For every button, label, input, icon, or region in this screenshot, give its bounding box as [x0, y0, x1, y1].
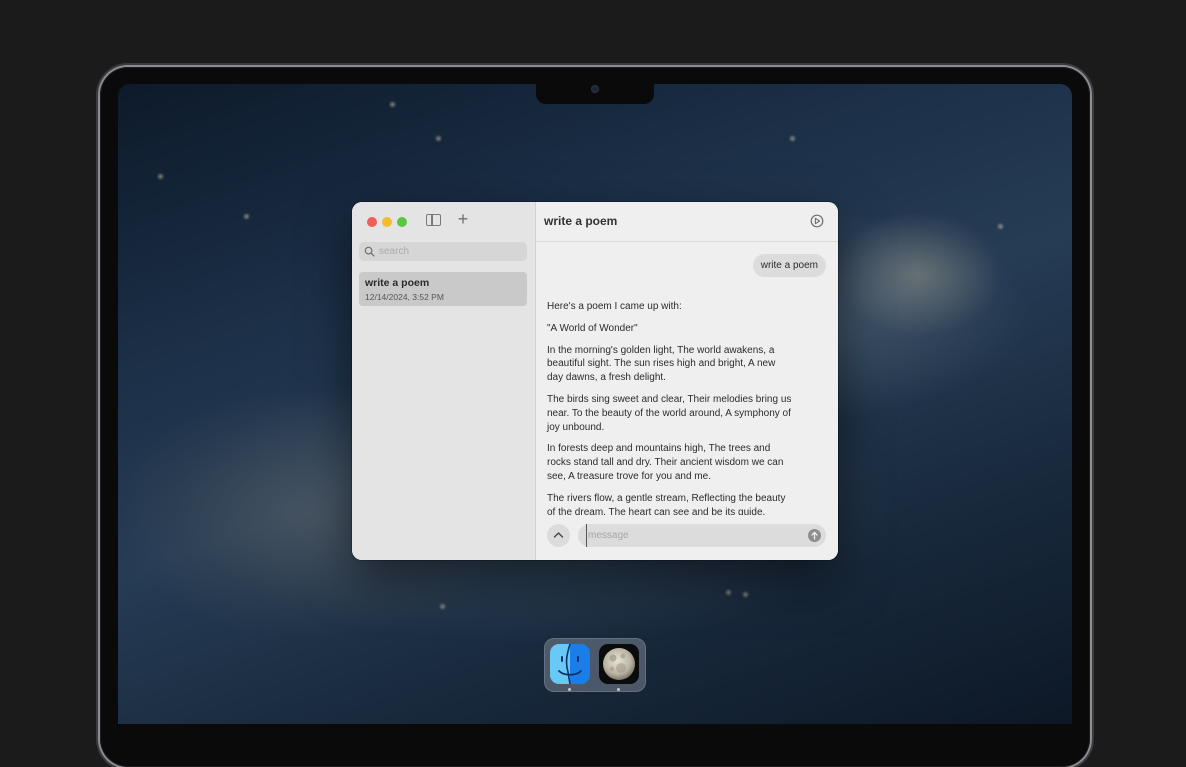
assistant-paragraph: "A World of Wonder": [547, 322, 638, 334]
search-field[interactable]: [359, 242, 527, 261]
assistant-paragraph: In forests deep and mountains high, The …: [547, 443, 784, 482]
run-settings-icon[interactable]: [810, 214, 824, 228]
sidebar-toggle-icon[interactable]: [426, 214, 441, 226]
assistant-paragraph: In the morning's golden light, The world…: [547, 344, 776, 384]
assistant-message: Here's a poem I came up with: "A World o…: [547, 300, 792, 515]
chat-item-title: write a poem: [365, 277, 430, 289]
chat-item-date: 12/14/2024, 3:52 PM: [365, 292, 444, 302]
expand-button[interactable]: [547, 524, 570, 547]
chat-pane: write a poem write a poem Here's a poem …: [536, 202, 838, 560]
moon-app-icon[interactable]: [599, 644, 639, 684]
search-input[interactable]: [379, 242, 519, 261]
message-input[interactable]: [586, 524, 796, 547]
chat-title: write a poem: [544, 214, 618, 228]
message-field[interactable]: [578, 524, 826, 547]
close-button[interactable]: [367, 217, 377, 227]
moon-app-running-indicator: [617, 688, 620, 691]
search-icon: [364, 246, 375, 257]
camera-notch: [536, 82, 654, 104]
finder-running-indicator: [568, 688, 571, 691]
user-message-bubble: write a poem: [752, 254, 826, 277]
send-button[interactable]: [808, 529, 821, 542]
composer: [536, 515, 838, 560]
dock: [544, 638, 646, 692]
assistant-paragraph: The birds sing sweet and clear, Their me…: [547, 393, 792, 433]
moon-icon: [603, 648, 635, 680]
arrow-up-icon: [811, 531, 818, 540]
finder-face-icon: [558, 644, 582, 684]
zoom-button[interactable]: [397, 217, 407, 227]
camera-icon: [591, 85, 599, 93]
new-chat-plus-icon[interactable]: +: [456, 210, 470, 228]
chat-header: write a poem: [536, 202, 838, 242]
minimize-button[interactable]: [382, 217, 392, 227]
finder-icon[interactable]: [550, 644, 590, 684]
chat-app-window: + write a poem 12/14/2024, 3:52 PM write…: [352, 202, 838, 560]
assistant-paragraph: The rivers flow, a gentle stream, Reflec…: [547, 492, 786, 515]
message-list[interactable]: write a poem Here's a poem I came up wit…: [536, 242, 838, 515]
chat-list-item[interactable]: write a poem 12/14/2024, 3:52 PM: [359, 272, 527, 306]
chevron-up-icon: [553, 532, 564, 538]
sidebar: + write a poem 12/14/2024, 3:52 PM: [352, 202, 536, 560]
assistant-paragraph: Here's a poem I came up with:: [547, 301, 682, 312]
